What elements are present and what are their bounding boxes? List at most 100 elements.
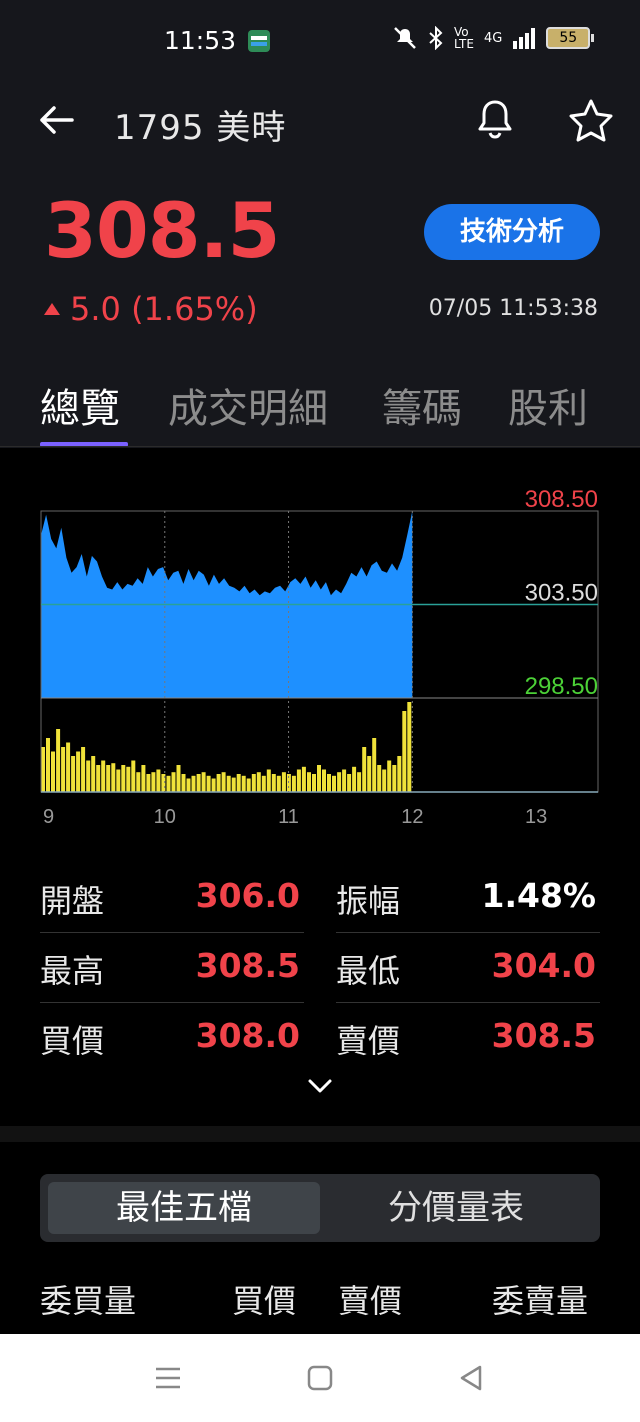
- volume-bar: [276, 775, 281, 792]
- volume-bar: [402, 711, 407, 792]
- y-tick-label: 303.50: [525, 580, 598, 607]
- volume-bar: [91, 756, 96, 792]
- ask-label: 賣價: [336, 1022, 401, 1060]
- volume-bar: [231, 777, 236, 792]
- volume-bar: [56, 729, 61, 792]
- tab-trade-details[interactable]: 成交明細: [168, 376, 328, 434]
- volume-bar: [181, 774, 186, 792]
- tab-divider: [0, 446, 640, 447]
- volume-bar: [301, 766, 306, 792]
- chart-svg: 308.50 303.50 298.50 9 10 11 12 13: [40, 486, 599, 828]
- volume-bar: [186, 778, 191, 792]
- volume-bar: [196, 774, 201, 792]
- status-time: 11:53: [164, 26, 237, 55]
- volte-icon: Vo LTE: [454, 25, 474, 51]
- y-tick-label: 298.50: [525, 673, 598, 700]
- price-volume-button[interactable]: 分價量表: [320, 1182, 592, 1234]
- x-tick-label: 11: [278, 806, 299, 828]
- orderbook-segment: 最佳五檔 分價量表: [40, 1174, 600, 1242]
- amplitude-label: 振幅: [336, 882, 401, 920]
- x-tick-label: 10: [154, 806, 176, 828]
- volume-bar: [317, 765, 321, 792]
- volume-bar: [66, 742, 71, 792]
- home-icon[interactable]: [306, 1364, 334, 1392]
- volume-bar: [96, 765, 101, 792]
- volume-bar: [176, 765, 181, 792]
- price-change-value: 5.0 (1.65%): [70, 290, 258, 328]
- chevron-down-icon[interactable]: [306, 1076, 334, 1096]
- volume-bar: [76, 751, 81, 792]
- volume-bar: [136, 772, 141, 792]
- volume-bar: [121, 765, 126, 792]
- volume-bar: [226, 775, 231, 792]
- volume-bar: [191, 775, 196, 792]
- stock-title: 1795 美時: [114, 108, 287, 148]
- volume-bar: [291, 775, 296, 792]
- volume-bar: [211, 778, 216, 792]
- volume-bar: [382, 769, 387, 792]
- volume-bar: [347, 774, 352, 792]
- y-tick-label: 308.50: [525, 486, 598, 513]
- technical-analysis-button[interactable]: 技術分析: [424, 204, 600, 260]
- back-arrow-icon[interactable]: [36, 100, 76, 140]
- volume-bar: [116, 769, 121, 792]
- volume-bar: [171, 772, 176, 792]
- menu-icon[interactable]: [154, 1364, 182, 1392]
- volume-bar: [261, 775, 266, 792]
- tab-chips[interactable]: 籌碼: [382, 376, 462, 434]
- open-value: 306.0: [195, 876, 300, 915]
- volume-bar: [106, 765, 111, 792]
- volume-bar: [372, 738, 377, 792]
- volume-bar: [281, 772, 286, 792]
- stats-row: 最高 308.5 最低 304.0: [40, 936, 600, 1006]
- volume-bar: [342, 769, 347, 792]
- intraday-chart[interactable]: 308.50 303.50 298.50 9 10 11 12 13: [0, 480, 640, 840]
- current-price: 308.5: [44, 186, 280, 275]
- volume-bar: [296, 769, 301, 792]
- bell-icon[interactable]: [472, 96, 518, 142]
- ask-volume-header: 委賣量: [492, 1282, 589, 1320]
- open-label: 開盤: [40, 882, 105, 920]
- volume-bar: [387, 760, 392, 792]
- volume-bar: [327, 774, 331, 792]
- volume-bar: [241, 775, 246, 792]
- bid-value: 308.0: [195, 1016, 300, 1055]
- volume-bar: [251, 774, 256, 792]
- tab-overview[interactable]: 總覽: [40, 376, 120, 434]
- volume-bar: [307, 772, 311, 792]
- volume-bar: [397, 756, 402, 792]
- price-change: 5.0 (1.65%): [44, 290, 258, 328]
- app-notification-icon: [248, 30, 270, 52]
- high-label: 最高: [40, 952, 105, 990]
- volume-bar: [166, 775, 171, 792]
- volume-bar: [41, 747, 45, 792]
- status-icons: Vo LTE 4G 55: [392, 25, 595, 51]
- tab-bar: 總覽 成交明細 籌碼 股利: [0, 370, 640, 448]
- volume-bar: [266, 769, 271, 792]
- network-label: 4G: [483, 30, 503, 46]
- volume-bar: [357, 772, 362, 792]
- bid-label: 買價: [40, 1022, 105, 1060]
- signal-icon: [513, 28, 536, 49]
- volume-bar: [131, 760, 136, 792]
- tab-dividends[interactable]: 股利: [508, 376, 588, 434]
- stats-row: 買價 308.0 賣價 308.5: [40, 1006, 600, 1076]
- volume-bar: [332, 775, 336, 792]
- volume-bar: [51, 751, 55, 792]
- volume-bar: [61, 747, 66, 792]
- volume-bar: [151, 772, 156, 792]
- x-tick-label: 12: [401, 806, 423, 828]
- app-bar: 1795 美時: [0, 86, 640, 158]
- volume-bar: [246, 778, 251, 792]
- bluetooth-icon: [429, 26, 443, 50]
- x-tick-label: 9: [43, 806, 54, 828]
- volume-bar: [236, 774, 241, 792]
- best-five-button[interactable]: 最佳五檔: [48, 1182, 320, 1234]
- battery-icon: 55: [546, 27, 595, 49]
- bid-price-header: 買價: [232, 1282, 297, 1320]
- back-nav-icon[interactable]: [458, 1364, 486, 1392]
- mute-icon: [394, 27, 416, 49]
- star-icon[interactable]: [566, 96, 616, 146]
- x-tick-label: 13: [525, 806, 547, 828]
- volume-bar: [312, 774, 316, 792]
